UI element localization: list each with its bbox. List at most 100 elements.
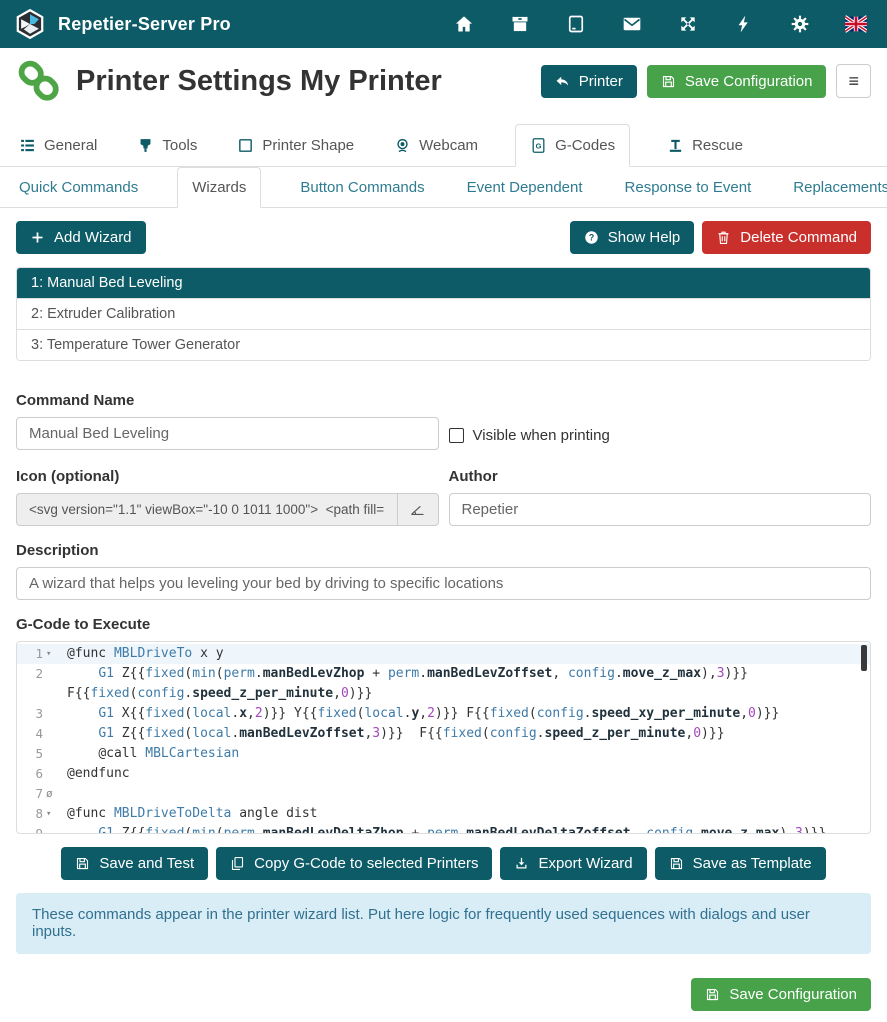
home-icon[interactable] xyxy=(453,13,475,35)
tab-webcam-icon xyxy=(394,137,411,154)
subtab-wizards[interactable]: Wizards xyxy=(177,167,261,208)
tab-g-codes[interactable]: GG-Codes xyxy=(515,124,630,167)
wizard-list-item[interactable]: 3: Temperature Tower Generator xyxy=(17,329,870,360)
editor-line[interactable]: 2 G1 Z{{fixed(min(perm.manBedLevZhop + p… xyxy=(17,664,870,704)
gcode-editor[interactable]: 1▾@func MBLDriveTo x y2 G1 Z{{fixed(min(… xyxy=(16,641,871,834)
global-settings-icon[interactable] xyxy=(789,13,811,35)
editor-line[interactable]: 1▾@func MBLDriveTo x y xyxy=(17,644,870,664)
trash-icon xyxy=(716,230,731,245)
action-buttons: Save and TestCopy G-Code to selected Pri… xyxy=(0,847,887,880)
delete-command-button[interactable]: Delete Command xyxy=(702,221,871,254)
editor-gutter[interactable]: 6 xyxy=(17,764,61,784)
printer-frame-icon[interactable] xyxy=(565,13,587,35)
add-wizard-button[interactable]: Add Wizard xyxy=(16,221,146,254)
subtab-button-commands[interactable]: Button Commands xyxy=(297,168,427,207)
tab-tools-icon xyxy=(137,137,154,154)
messages-icon[interactable] xyxy=(621,13,643,35)
language-flag-icon[interactable] xyxy=(845,13,867,35)
main-tabs: General Tools Printer Shape Webcam GG-Codes R… xyxy=(0,124,887,167)
subtab-event-dependent[interactable]: Event Dependent xyxy=(464,168,586,207)
save-configuration-button-bottom[interactable]: Save Configuration xyxy=(691,978,871,1011)
command-name-input[interactable] xyxy=(16,417,439,450)
chain-link-icon xyxy=(16,58,62,104)
angle-icon xyxy=(409,501,426,518)
editor-line[interactable]: 7ø xyxy=(17,784,870,804)
icon-preview-button[interactable] xyxy=(397,493,438,526)
editor-line[interactable]: 6@endfunc xyxy=(17,764,870,784)
subtab-quick-commands[interactable]: Quick Commands xyxy=(16,168,141,207)
page-header: Printer Settings My Printer Printer Save… xyxy=(0,48,887,116)
tab-webcam[interactable]: Webcam xyxy=(391,125,481,166)
editor-line[interactable]: 8▾@func MBLDriveToDelta angle dist xyxy=(17,804,870,824)
brand-name: Repetier-Server Pro xyxy=(58,14,231,35)
editor-line[interactable]: 5 @call MBLCartesian xyxy=(17,744,870,764)
tab-general-icon xyxy=(19,137,36,154)
export-wizard-button[interactable]: Export Wizard xyxy=(500,847,646,880)
tab-printer-shape-icon xyxy=(237,137,254,154)
icon-svg-input[interactable] xyxy=(16,493,397,526)
menu-button[interactable]: ≡ xyxy=(836,64,871,98)
fullscreen-icon[interactable] xyxy=(677,13,699,35)
question-circle-icon: ? xyxy=(584,230,599,245)
editor-gutter[interactable]: 4 xyxy=(17,724,61,744)
editor-scrollbar[interactable] xyxy=(861,645,867,671)
navbar-icons xyxy=(453,13,873,35)
gcode-label: G-Code to Execute xyxy=(16,616,871,633)
empty-line-marker: ø xyxy=(43,784,59,804)
author-label: Author xyxy=(449,468,872,485)
wizard-list-item[interactable]: 2: Extruder Calibration xyxy=(17,298,870,329)
fold-arrow-icon: ▾ xyxy=(43,644,59,664)
tab-g-codes-icon: G xyxy=(530,137,547,154)
sub-tabs: Quick Commands Wizards Button Commands Even… xyxy=(0,167,887,208)
tab-rescue[interactable]: Rescue xyxy=(664,125,746,166)
tab-tools[interactable]: Tools xyxy=(134,125,200,166)
tab-rescue-icon xyxy=(667,137,684,154)
wizard-form: Command Name Visible when printing Icon … xyxy=(16,361,871,834)
icon-label: Icon (optional) xyxy=(16,468,439,485)
show-help-button[interactable]: ? Show Help xyxy=(570,221,695,254)
info-box: These commands appear in the printer wiz… xyxy=(16,893,871,954)
plus-icon xyxy=(30,230,45,245)
description-label: Description xyxy=(16,542,871,559)
tab-printer-shape[interactable]: Printer Shape xyxy=(234,125,357,166)
copy-gcode-button[interactable]: Copy G-Code to selected Printers xyxy=(216,847,492,880)
editor-gutter[interactable]: 9 xyxy=(17,824,61,834)
editor-line[interactable]: 3 G1 X{{fixed(local.x,2)}} Y{{fixed(loca… xyxy=(17,704,870,724)
save-as-template-button[interactable]: Save as Template xyxy=(655,847,826,880)
save-icon xyxy=(661,74,676,89)
visible-when-printing-label: Visible when printing xyxy=(473,427,610,444)
visible-when-printing-checkbox[interactable] xyxy=(449,428,464,443)
wizard-toolbar: Add Wizard ? Show Help Delete Command xyxy=(16,221,871,254)
editor-gutter[interactable]: 8▾ xyxy=(17,804,61,824)
editor-line[interactable]: 9 G1 Z{{fixed(min(perm.manBedLevDeltaZho… xyxy=(17,824,870,834)
save-configuration-button-top[interactable]: Save Configuration xyxy=(647,65,827,98)
hamburger-icon: ≡ xyxy=(848,71,859,91)
author-input[interactable] xyxy=(449,493,872,526)
editor-gutter[interactable]: 3 xyxy=(17,704,61,724)
page-title: Printer Settings My Printer xyxy=(76,65,541,98)
tab-general[interactable]: General xyxy=(16,125,100,166)
repetier-logo-icon xyxy=(14,8,46,40)
svg-text:G: G xyxy=(536,141,542,150)
subtab-response-to-event[interactable]: Response to Event xyxy=(622,168,755,207)
save-icon xyxy=(705,987,720,1002)
printer-button[interactable]: Printer xyxy=(541,65,637,98)
quick-actions-icon[interactable] xyxy=(733,13,755,35)
wizard-list: 1: Manual Bed Leveling2: Extruder Calibr… xyxy=(16,267,871,361)
archive-box-icon[interactable] xyxy=(509,13,531,35)
brand[interactable]: Repetier-Server Pro xyxy=(14,8,231,40)
editor-gutter[interactable]: 7ø xyxy=(17,784,61,804)
editor-line[interactable]: 4 G1 Z{{fixed(local.manBedLevZoffset,3)}… xyxy=(17,724,870,744)
wizard-list-item[interactable]: 1: Manual Bed Leveling xyxy=(17,268,870,298)
command-name-label: Command Name xyxy=(16,392,439,409)
save-and-test-button[interactable]: Save and Test xyxy=(61,847,208,880)
back-arrow-icon xyxy=(555,74,570,89)
footer: Save Configuration xyxy=(16,978,871,1011)
fold-arrow-icon: ▾ xyxy=(43,804,59,824)
editor-gutter[interactable]: 2 xyxy=(17,664,61,704)
description-input[interactable] xyxy=(16,567,871,600)
svg-text:?: ? xyxy=(589,233,594,243)
editor-gutter[interactable]: 1▾ xyxy=(17,644,61,664)
subtab-replacements[interactable]: Replacements xyxy=(790,168,887,207)
editor-gutter[interactable]: 5 xyxy=(17,744,61,764)
